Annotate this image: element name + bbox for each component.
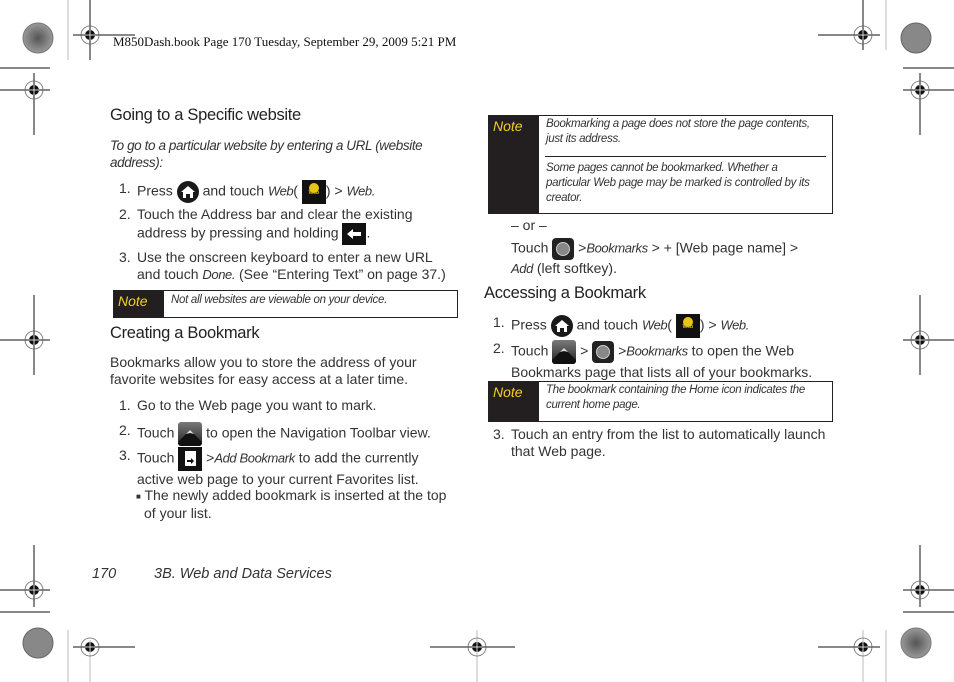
note-divider [545, 156, 826, 157]
heading-going-to-website: Going to a Specific website [110, 106, 301, 124]
step-text: and touch [576, 316, 639, 333]
bullet-text: The newly added bookmark is inserted at … [144, 487, 447, 503]
step-text: Use the onscreen keyboard to enter a new… [137, 249, 433, 265]
bullet-note: ■ The newly added bookmark is inserted a… [136, 487, 446, 522]
step-text: Touch [137, 424, 175, 441]
step-text: Go to the Web page you want to mark. [137, 397, 377, 413]
bullet-text: of your list. [144, 504, 212, 521]
step-text: active web page to your current Favorite… [137, 471, 419, 487]
separator: > [580, 342, 589, 359]
web-label: Web. [720, 317, 749, 333]
home-icon [550, 315, 573, 337]
paren: ( [667, 316, 672, 333]
note-box-home-icon: Note The bookmark containing the Home ic… [488, 381, 833, 422]
menu-icon [592, 341, 615, 363]
page-number: 170 [92, 566, 117, 582]
note-text: Bookmarking a page does not store the pa… [546, 118, 810, 145]
note-text: The bookmark containing the Home icon in… [546, 384, 805, 411]
step-number: 3. [119, 249, 131, 265]
bookmark-page-icon [178, 447, 203, 471]
step-number: 1. [493, 314, 505, 330]
step-text: Touch [137, 449, 175, 466]
step-text: to open the Web [691, 342, 795, 359]
step-text: address by pressing and holding [137, 224, 339, 241]
step-number: 1. [119, 397, 131, 413]
web-label: Web [267, 183, 294, 199]
step-number: 2. [493, 340, 505, 356]
heading-creating-bookmark: Creating a Bookmark [110, 324, 260, 342]
step-text: ) > [699, 316, 717, 333]
period: . [366, 224, 371, 241]
bookmark-paragraph: Bookmarks allow you to store the address… [110, 354, 417, 388]
note-label: Note [489, 382, 539, 421]
note-text: Some pages cannot be bookmarked. Whether… [546, 162, 810, 204]
web-label: Web [641, 317, 668, 333]
step-text: and touch [202, 182, 265, 199]
step-text: Touch [511, 342, 549, 359]
bookmarks-label: Bookmarks [586, 240, 648, 256]
note-label: Note [114, 291, 164, 317]
section-title: 3B. Web and Data Services [154, 566, 332, 582]
web-globe-icon: Web [301, 180, 326, 204]
home-icon [176, 181, 199, 203]
step-text: Press [511, 316, 547, 333]
paren: ( [293, 182, 298, 199]
bookmarks-label: Bookmarks [626, 343, 688, 359]
web-globe-icon: Web [675, 314, 700, 338]
step-text: and touch [137, 266, 199, 282]
step-number: 1. [119, 180, 131, 196]
add-label: Add [511, 261, 533, 276]
step-text: Touch the Address bar and clear the exis… [137, 206, 413, 222]
step-text: ) > [325, 182, 343, 199]
step-text: that Web page. [511, 443, 606, 459]
paragraph-line: Bookmarks allow you to store the address… [110, 354, 417, 370]
or-separator: – or – [511, 217, 547, 233]
alternative-instruction: Touch >Bookmarks > + [Web page name] > A… [511, 238, 831, 277]
step-text: Bookmarks page that lists all of your bo… [511, 364, 813, 380]
step-text: (See “Entering Text” on page 37.) [238, 266, 446, 282]
web-label: Web. [346, 183, 375, 199]
intro-line-1: To go to a particular website by enterin… [110, 138, 423, 153]
heading-accessing-bookmark: Accessing a Bookmark [484, 284, 646, 302]
step-text: > + [Web page name] > [651, 239, 799, 256]
note-label: Note [489, 116, 539, 213]
print-slug: M850Dash.book Page 170 Tuesday, Septembe… [113, 34, 457, 49]
note-text: Not all websites are viewable on your de… [171, 294, 387, 306]
add-bookmark-label: Add Bookmark [214, 450, 295, 466]
navigation-toolbar-icon [178, 422, 203, 446]
step-number: 2. [119, 206, 131, 222]
paragraph-line: favorite websites for easy access at a l… [110, 371, 409, 387]
intro-line-2: address): [110, 155, 163, 170]
note-box-bookmarking: Note Bookmarking a page does not store t… [488, 115, 833, 214]
menu-icon [552, 238, 575, 260]
bullet-icon: ■ [136, 491, 141, 501]
back-arrow-icon [342, 223, 367, 245]
step-text: to open the Navigation Toolbar view. [206, 424, 431, 441]
step-number: 3. [493, 426, 505, 442]
step-text: Touch [511, 239, 549, 256]
done-label: Done. [202, 267, 236, 282]
step-number: 3. [119, 447, 131, 463]
step-number: 2. [119, 422, 131, 438]
intro-text: To go to a particular website by enterin… [110, 137, 423, 171]
step-text: to add the currently [298, 449, 419, 466]
step-text: (left softkey). [536, 260, 617, 276]
navigation-toolbar-icon [552, 340, 577, 364]
step-text: Touch an entry from the list to automati… [511, 426, 826, 442]
step-text: Press [137, 182, 173, 199]
note-box-websites: Note Not all websites are viewable on yo… [113, 290, 458, 318]
